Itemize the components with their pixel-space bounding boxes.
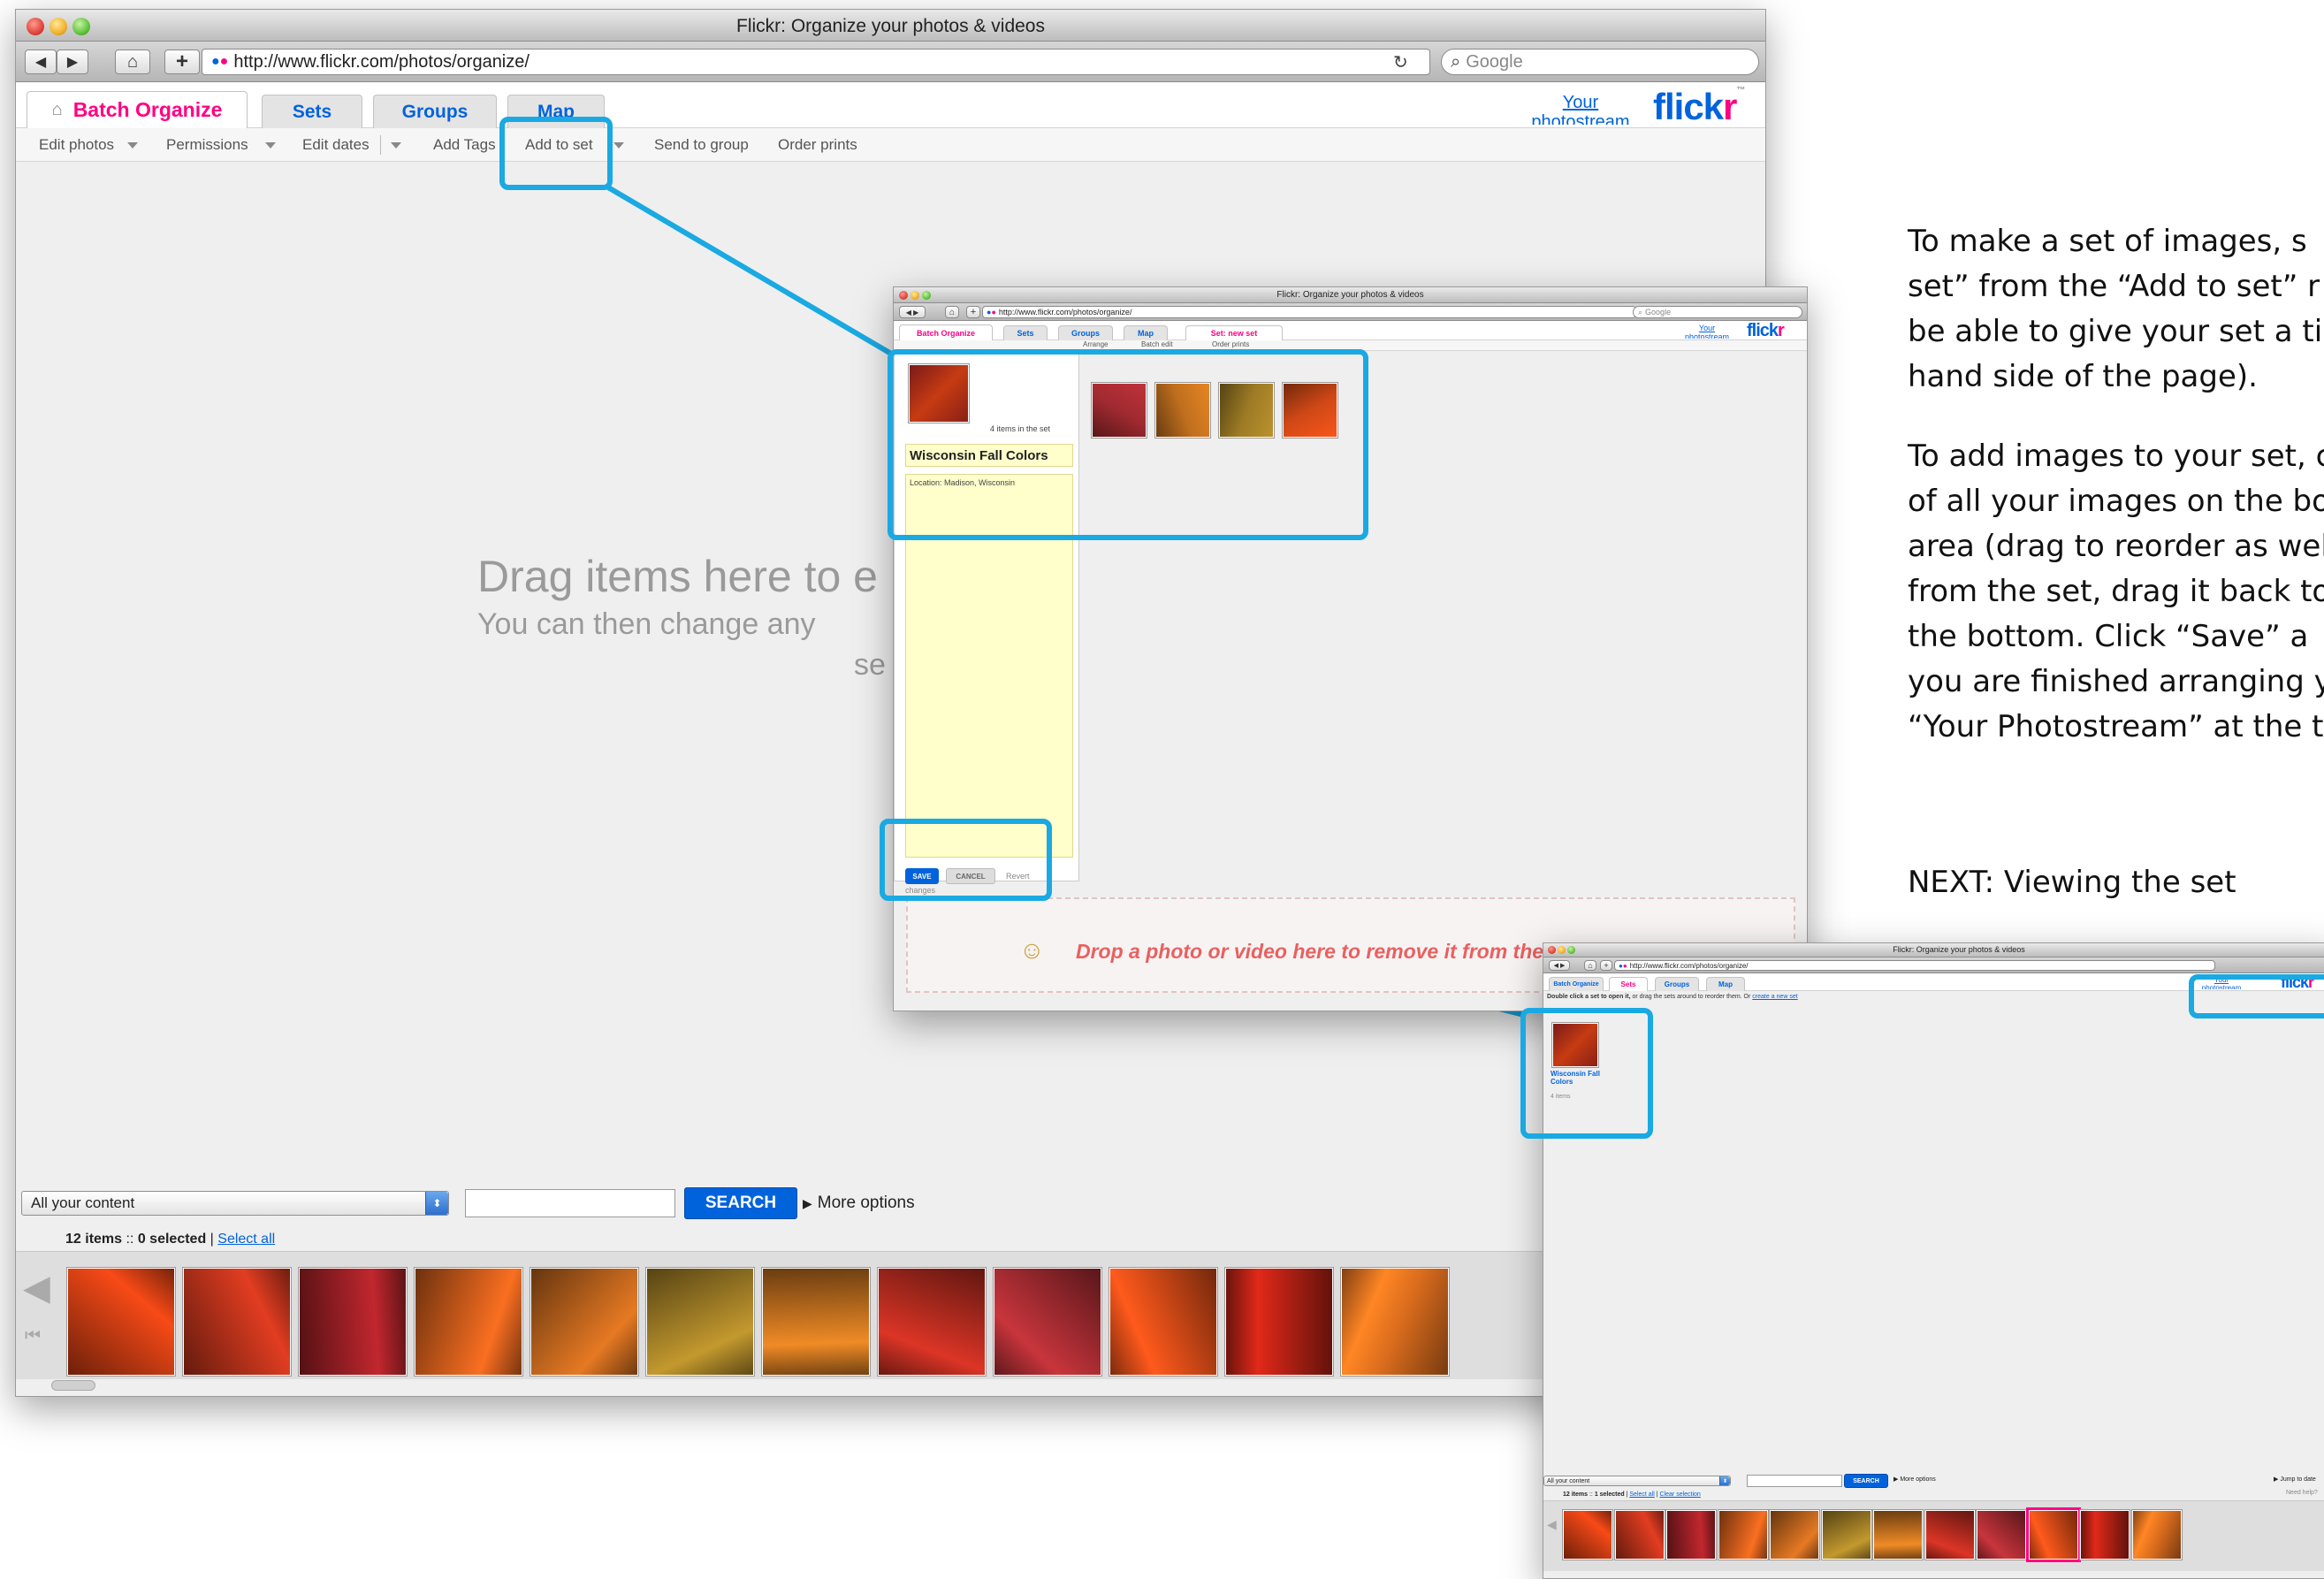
home-button[interactable]: ⌂: [945, 306, 959, 318]
title-bar: Flickr: Organize your photos & videos: [894, 287, 1807, 303]
photo-thumbnail[interactable]: [2080, 1510, 2130, 1560]
back-button[interactable]: ◀ ▶: [1549, 960, 1570, 971]
tab-sets[interactable]: Sets: [1003, 325, 1048, 340]
callout-line-add-to-set: [606, 185, 893, 356]
menu-order-prints[interactable]: Order prints: [1212, 340, 1249, 348]
add-bookmark-button[interactable]: +: [1600, 960, 1612, 971]
create-new-set-link[interactable]: create a new set: [1752, 994, 1797, 1000]
items-summary: 12 items :: 1 selected | Select all | Cl…: [1563, 1491, 1701, 1498]
instruction-line: be able to give your set a ti: [1908, 314, 2323, 349]
instruction-line: To make a set of images, s: [1908, 224, 2307, 259]
photo-thumbnail[interactable]: [2131, 1510, 2182, 1560]
more-options-toggle[interactable]: ▶ More options: [1893, 1476, 1936, 1483]
need-help-link[interactable]: Need help?: [2286, 1490, 2318, 1496]
instruction-line: set” from the “Add to set” r: [1908, 269, 2320, 304]
instruction-line: hand side of the page).: [1908, 359, 2258, 394]
back-button[interactable]: ◀ ▶: [899, 306, 926, 318]
home-icon: ⌂: [1588, 961, 1593, 970]
tab-sets[interactable]: Sets: [1609, 977, 1648, 991]
jump-to-date-link[interactable]: ▶ Jump to date: [2274, 1476, 2316, 1483]
tab-groups[interactable]: Groups: [1058, 325, 1113, 340]
select-arrows-icon: ⬍: [1719, 1476, 1730, 1485]
tab-batch-organize[interactable]: Batch Organize: [899, 324, 993, 340]
instruction-line: you are finished arranging y: [1908, 664, 2324, 699]
photo-thumbnail[interactable]: [1718, 1510, 1768, 1560]
photo-thumbnail[interactable]: [1614, 1510, 1665, 1560]
photo-thumbnail[interactable]: [1924, 1510, 1975, 1560]
clear-selection-link[interactable]: Clear selection: [1660, 1491, 1701, 1498]
tab-map[interactable]: Map: [1124, 325, 1168, 340]
sets-overview-window: Flickr: Organize your photos & videos ◀ …: [1543, 942, 2324, 1579]
callout-add-to-set: [499, 117, 613, 190]
photo-thumbnail[interactable]: [1666, 1510, 1716, 1560]
window-title: Flickr: Organize your photos & videos: [1276, 290, 1424, 300]
callout-save-button: [880, 819, 1052, 901]
content-filter-select[interactable]: All your content ⬍: [1543, 1476, 1731, 1486]
minimize-window-icon[interactable]: [1558, 946, 1566, 954]
flickr-header: Batch Organize Sets Groups Map Set: new …: [894, 321, 1807, 340]
instruction-line: To add images to your set, c: [1908, 439, 2324, 474]
search-icon: ⌕: [1638, 307, 1643, 317]
your-photostream-link[interactable]: Your photostream: [1680, 324, 1733, 339]
photo-thumbnail[interactable]: [1873, 1510, 1923, 1560]
photo-thumbnail[interactable]: [1821, 1510, 1871, 1560]
sets-instruction: Double click a set to open it, or drag t…: [1547, 994, 1798, 1000]
photo-thumbnail[interactable]: [2028, 1510, 2078, 1560]
address-bar[interactable]: ● ● http://www.flickr.com/photos/organize/: [982, 306, 1636, 318]
photo-thumbnail[interactable]: [1563, 1510, 1612, 1560]
drop-zone-icon: ☺: [1019, 936, 1045, 964]
tab-new-set[interactable]: Set: new set: [1185, 325, 1283, 340]
scroll-left-icon[interactable]: ◀: [1547, 1517, 1557, 1532]
add-bookmark-button[interactable]: +: [966, 306, 980, 318]
browser-toolbar: ◀ ▶ ⌂ + ● ● http://www.flickr.com/photos/o…: [894, 303, 1807, 321]
home-button[interactable]: ⌂: [1584, 960, 1596, 971]
photo-strip: ◀: [1543, 1500, 2324, 1571]
instruction-line: from the set, drag it back to t: [1908, 574, 2324, 609]
photo-thumbnail[interactable]: [1770, 1510, 1819, 1560]
address-bar[interactable]: ● ● http://www.flickr.com/photos/organize/: [1614, 960, 2215, 971]
home-icon: ⌂: [949, 307, 956, 317]
tab-groups[interactable]: Groups: [1655, 977, 1699, 991]
photo-thumbnail[interactable]: [1977, 1510, 2026, 1560]
tab-map[interactable]: Map: [1706, 977, 1745, 991]
google-search-field[interactable]: ⌕ Google: [1633, 306, 1802, 318]
window-title: Flickr: Organize your photos & videos: [1893, 945, 2025, 954]
instruction-line: area (drag to reorder as wel: [1908, 529, 2324, 564]
search-button[interactable]: SEARCH: [1844, 1474, 1888, 1488]
tab-batch-organize[interactable]: Batch Organize: [1549, 977, 1604, 991]
photo-search-input[interactable]: [1747, 1475, 1842, 1487]
next-step-label: NEXT: Viewing the set: [1908, 865, 2236, 900]
browser-toolbar: ◀ ▶ ⌂ + ● ● http://www.flickr.com/photos/o…: [1543, 957, 2324, 973]
drop-zone-text: Drop a photo or video here to remove it …: [1076, 940, 1579, 963]
flickr-logo[interactable]: flickr: [1747, 321, 1785, 341]
plus-icon: +: [1604, 961, 1609, 970]
instruction-line: “Your Photostream” at the t: [1908, 709, 2324, 744]
callout-your-photostream: [2189, 974, 2324, 1018]
instruction-line: the bottom. Click “Save” a: [1908, 619, 2309, 654]
close-window-icon[interactable]: [1548, 946, 1556, 954]
title-bar: Flickr: Organize your photos & videos: [1543, 943, 2324, 957]
callout-set-details: [888, 349, 1368, 540]
zoom-window-icon[interactable]: [1567, 946, 1575, 954]
callout-set-card: [1520, 1008, 1653, 1139]
select-all-link[interactable]: Select all: [1629, 1491, 1654, 1498]
menu-batch-edit[interactable]: Batch edit: [1141, 340, 1173, 348]
instruction-line: of all your images on the bo: [1908, 484, 2324, 519]
plus-icon: +: [970, 307, 977, 317]
menu-arrange[interactable]: Arrange: [1083, 340, 1108, 348]
